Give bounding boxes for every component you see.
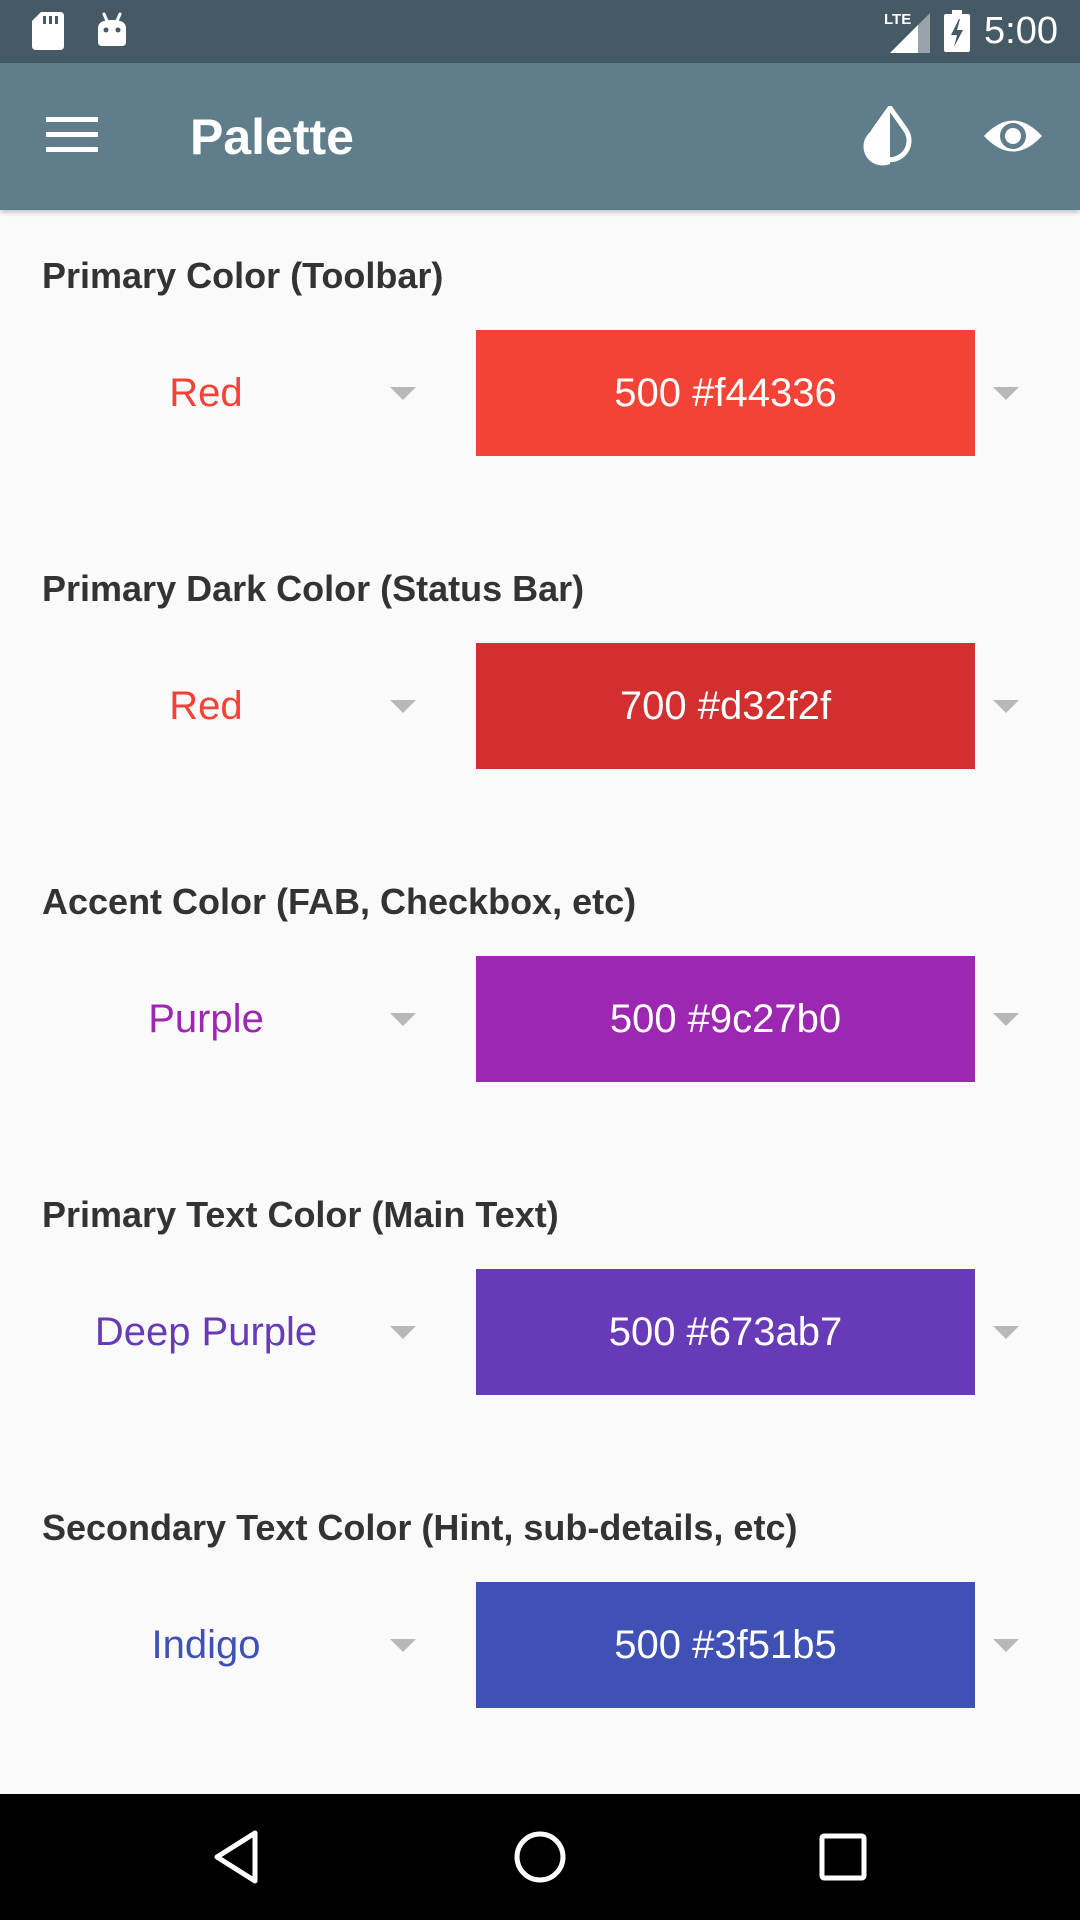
sd-card-icon [32,12,64,50]
color-name: Red [169,684,243,728]
color-name-spinner[interactable]: Red [40,330,430,456]
network-label: LTE [884,11,911,28]
dropdown-arrow-icon [993,1326,1019,1339]
shade-spinner[interactable]: 700 #d32f2f [476,643,1021,769]
color-name-spinner[interactable]: Deep Purple [40,1269,430,1395]
eye-icon [984,120,1042,152]
battery-charging-icon [944,10,971,52]
primary-dark-color-section: Primary Dark Color (Status Bar) Red 700 … [0,523,1080,836]
home-button[interactable] [510,1827,570,1887]
color-name-spinner[interactable]: Indigo [40,1582,430,1708]
android-icon [98,12,126,46]
recents-icon [819,1833,867,1881]
dropdown-arrow-icon [993,1639,1019,1652]
color-name: Deep Purple [94,1310,318,1354]
palette-list: Primary Color (Toolbar) Red 500 #f44336 … [0,210,1080,1794]
color-swatch: 500 #f44336 [476,330,975,456]
status-bar: LTE 5:00 [0,0,1080,63]
lte-signal-icon: LTE [884,11,931,53]
invert-colors-button[interactable] [862,105,918,166]
color-swatch: 500 #673ab7 [476,1269,975,1395]
back-icon [214,1830,258,1884]
color-swatch: 500 #9c27b0 [476,956,975,1082]
primary-color-section: Primary Color (Toolbar) Red 500 #f44336 [0,210,1080,523]
shade-spinner[interactable]: 500 #3f51b5 [476,1582,1021,1708]
back-button[interactable] [207,1827,267,1887]
dropdown-arrow-icon [390,1326,416,1339]
toolbar: Palette [0,63,1080,210]
dropdown-arrow-icon [390,387,416,400]
dropdown-arrow-icon [993,1013,1019,1026]
color-name-spinner[interactable]: Red [40,643,430,769]
dropdown-arrow-icon [390,700,416,713]
shade-spinner[interactable]: 500 #9c27b0 [476,956,1021,1082]
menu-button[interactable] [46,115,98,155]
section-label: Accent Color (FAB, Checkbox, etc) [42,881,637,922]
section-label: Primary Dark Color (Status Bar) [42,568,585,609]
shade-spinner[interactable]: 500 #673ab7 [476,1269,1021,1395]
preview-button[interactable] [982,113,1044,159]
dropdown-arrow-icon [993,700,1019,713]
shade-spinner[interactable]: 500 #f44336 [476,330,1021,456]
navigation-bar [0,1794,1080,1920]
page-title: Palette [190,109,354,165]
section-label: Primary Text Color (Main Text) [42,1194,559,1235]
accent-color-section: Accent Color (FAB, Checkbox, etc) Purple… [0,836,1080,1149]
color-name: Red [169,371,243,415]
dropdown-arrow-icon [390,1639,416,1652]
recents-button[interactable] [813,1827,873,1887]
color-swatch: 500 #3f51b5 [476,1582,975,1708]
status-bar-right: LTE 5:00 [884,8,1058,54]
invert-colors-icon [863,105,912,166]
status-bar-left [32,12,128,50]
section-label: Secondary Text Color (Hint, sub-details,… [42,1507,798,1548]
color-name-spinner[interactable]: Purple [40,956,430,1082]
section-label: Primary Color (Toolbar) [42,255,444,296]
home-icon [514,1831,566,1883]
color-name: Indigo [151,1623,261,1667]
dropdown-arrow-icon [390,1013,416,1026]
primary-text-color-section: Primary Text Color (Main Text) Deep Purp… [0,1149,1080,1462]
color-name: Purple [148,997,264,1041]
dropdown-arrow-icon [993,387,1019,400]
color-swatch: 700 #d32f2f [476,643,975,769]
secondary-text-color-section: Secondary Text Color (Hint, sub-details,… [0,1462,1080,1775]
menu-icon [46,117,98,152]
clock: 5:00 [984,10,1058,52]
